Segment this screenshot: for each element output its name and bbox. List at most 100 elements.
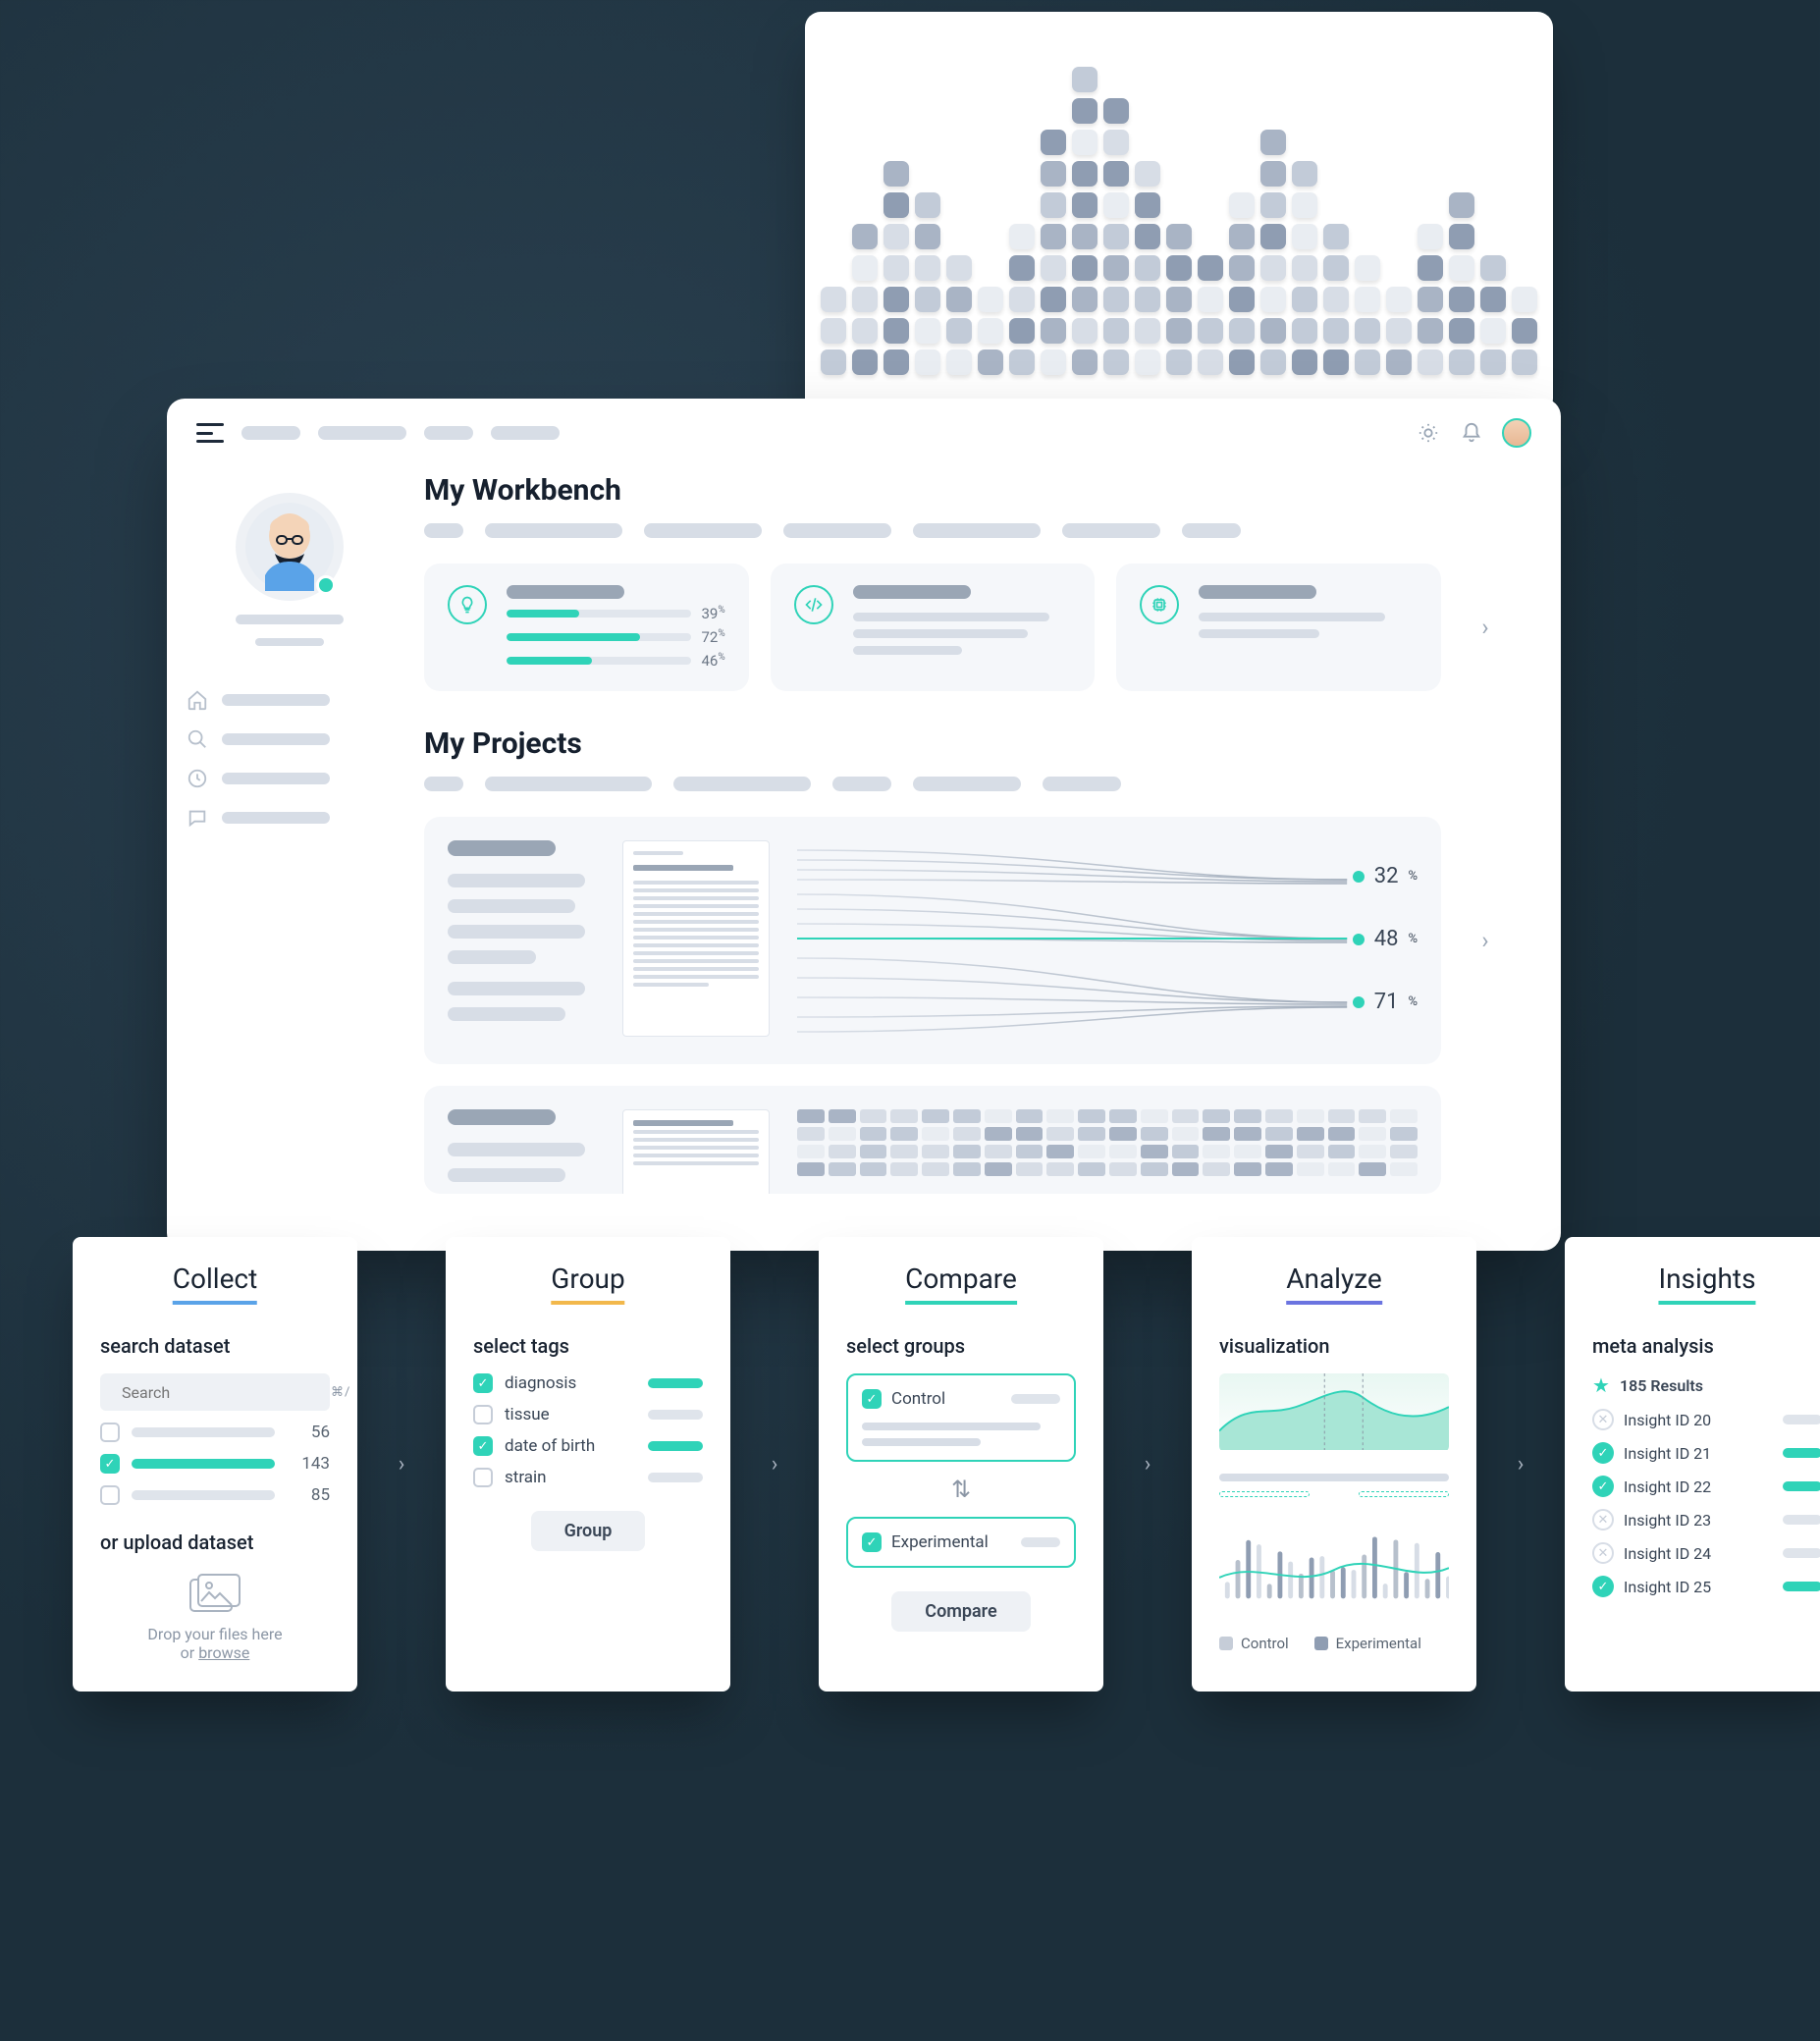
swap-icon[interactable]: ⇅ bbox=[846, 1476, 1076, 1503]
menu-icon[interactable] bbox=[196, 423, 224, 443]
checkbox-icon[interactable] bbox=[100, 1485, 120, 1505]
nav-home[interactable] bbox=[187, 689, 393, 711]
wf-collect: Collect search dataset ⌘/ 56✓14385 or up… bbox=[73, 1237, 357, 1692]
document-thumbnail bbox=[622, 840, 770, 1037]
insight-id: Insight ID 22 bbox=[1624, 1477, 1711, 1496]
dataset-row[interactable]: 56 bbox=[100, 1423, 330, 1442]
checkbox-icon[interactable]: ✓ bbox=[100, 1454, 120, 1474]
tag-row[interactable]: ✓diagnosis bbox=[473, 1373, 703, 1393]
group-experimental[interactable]: ✓Experimental bbox=[846, 1517, 1076, 1568]
stat-cards: 39% 72% 46% bbox=[424, 564, 1508, 691]
project-card[interactable] bbox=[424, 1086, 1441, 1194]
stat-card[interactable] bbox=[1116, 564, 1441, 691]
group-control[interactable]: ✓Control bbox=[846, 1373, 1076, 1462]
profile-avatar[interactable] bbox=[236, 493, 344, 601]
sidebar bbox=[167, 467, 412, 1251]
circle-icon: ✕ bbox=[1592, 1542, 1614, 1564]
hero-panel bbox=[805, 12, 1553, 414]
circle-icon: ✕ bbox=[1592, 1509, 1614, 1531]
nav-chat[interactable] bbox=[187, 807, 393, 829]
insight-row[interactable]: ✓ Insight ID 22 bbox=[1592, 1476, 1820, 1497]
breadcrumb-pill bbox=[491, 426, 560, 440]
nav-search[interactable] bbox=[187, 728, 393, 750]
app-window: My Workbench 39% 72% 46% bbox=[167, 399, 1561, 1251]
bell-icon[interactable] bbox=[1459, 420, 1484, 446]
insight-id: Insight ID 23 bbox=[1624, 1511, 1711, 1530]
chip-icon bbox=[1140, 585, 1179, 624]
stat-value: 46% bbox=[701, 652, 724, 670]
row-count: 85 bbox=[287, 1485, 330, 1505]
workflow-strip: Collect search dataset ⌘/ 56✓14385 or up… bbox=[73, 1237, 1820, 1692]
stat-value: 39% bbox=[701, 605, 724, 622]
stat-card[interactable] bbox=[771, 564, 1096, 691]
insight-row[interactable]: ✓Insight ID 21 bbox=[1592, 1442, 1820, 1464]
heatmap bbox=[797, 1109, 1418, 1170]
workbench-title: My Workbench bbox=[424, 473, 1508, 508]
status-dot bbox=[316, 575, 336, 595]
chart-legend: Control Experimental bbox=[1219, 1635, 1449, 1652]
check-icon: ✓ bbox=[1592, 1442, 1614, 1464]
wf-compare: Compare select groups ✓Control ⇅ ✓Experi… bbox=[819, 1237, 1103, 1692]
checkbox-icon[interactable]: ✓ bbox=[862, 1532, 882, 1552]
stat-card[interactable]: 39% 72% 46% bbox=[424, 564, 749, 691]
code-icon bbox=[794, 585, 833, 624]
role-placeholder bbox=[255, 638, 324, 646]
compare-button[interactable]: Compare bbox=[891, 1591, 1030, 1632]
dataset-row[interactable]: ✓ 143 bbox=[100, 1454, 330, 1474]
wf-analyze: Analyze visualization Control bbox=[1192, 1237, 1476, 1692]
tag-label: strain bbox=[505, 1468, 547, 1487]
wf-title: Insights bbox=[1658, 1262, 1755, 1305]
avatar[interactable] bbox=[1502, 418, 1531, 448]
dataset-row[interactable]: 85 bbox=[100, 1485, 330, 1505]
theme-icon[interactable] bbox=[1416, 420, 1441, 446]
group-button[interactable]: Group bbox=[531, 1511, 646, 1551]
checkbox-icon[interactable]: ✓ bbox=[862, 1389, 882, 1409]
wf-subtitle: search dataset bbox=[100, 1334, 330, 1358]
chevron-right-icon[interactable]: › bbox=[1463, 817, 1508, 1064]
wf-subtitle: select groups bbox=[846, 1334, 1076, 1358]
insight-row[interactable]: ✕ Insight ID 24 bbox=[1592, 1542, 1820, 1564]
wf-subtitle: select tags bbox=[473, 1334, 703, 1358]
breadcrumb-pill bbox=[424, 426, 473, 440]
tag-label: tissue bbox=[505, 1405, 550, 1424]
star-icon: ★ bbox=[1592, 1373, 1610, 1397]
row-count: 143 bbox=[287, 1454, 330, 1474]
checkbox-icon[interactable] bbox=[473, 1468, 493, 1487]
search-input-wrapper[interactable]: ⌘/ bbox=[100, 1373, 330, 1411]
tag-row[interactable]: strain bbox=[473, 1468, 703, 1487]
checkbox-icon[interactable] bbox=[100, 1423, 120, 1442]
wf-title: Compare bbox=[905, 1262, 1017, 1305]
tag-row[interactable]: ✓date of birth bbox=[473, 1436, 703, 1456]
project-card[interactable]: 32% 48% 71% bbox=[424, 817, 1441, 1064]
checkbox-icon[interactable]: ✓ bbox=[473, 1373, 493, 1393]
insight-row[interactable]: ✓ Insight ID 25 bbox=[1592, 1576, 1820, 1597]
tag-row[interactable]: tissue bbox=[473, 1405, 703, 1424]
browse-link[interactable]: browse bbox=[198, 1643, 249, 1662]
search-input[interactable] bbox=[122, 1383, 321, 1402]
upload-dropzone[interactable]: Drop your files here or browse bbox=[100, 1572, 330, 1662]
check-icon: ✓ bbox=[1592, 1576, 1614, 1597]
row-count: 56 bbox=[287, 1423, 330, 1442]
chevron-right-icon: › bbox=[1508, 1237, 1533, 1692]
chevron-right-icon[interactable]: › bbox=[1463, 564, 1508, 691]
shortcut-hint: ⌘/ bbox=[331, 1385, 350, 1400]
wf-subtitle: visualization bbox=[1219, 1334, 1449, 1358]
wf-title: Collect bbox=[173, 1262, 257, 1305]
checkbox-icon[interactable]: ✓ bbox=[473, 1436, 493, 1456]
area-chart: Control Experimental bbox=[1219, 1373, 1449, 1652]
chevron-right-icon: › bbox=[389, 1237, 414, 1692]
circle-icon: ✕ bbox=[1592, 1409, 1614, 1430]
insight-id: Insight ID 24 bbox=[1624, 1544, 1711, 1563]
insight-row[interactable]: ✕ Insight ID 23 bbox=[1592, 1509, 1820, 1531]
topbar bbox=[167, 399, 1561, 467]
bulb-icon bbox=[448, 585, 487, 624]
insight-id: Insight ID 20 bbox=[1624, 1411, 1711, 1429]
check-icon: ✓ bbox=[1592, 1476, 1614, 1497]
insight-id: Insight ID 25 bbox=[1624, 1578, 1711, 1596]
checkbox-icon[interactable] bbox=[473, 1405, 493, 1424]
sparkline-chart bbox=[1219, 1531, 1449, 1619]
chevron-right-icon: › bbox=[762, 1237, 787, 1692]
nav-history[interactable] bbox=[187, 768, 393, 789]
chevron-right-icon: › bbox=[1135, 1237, 1160, 1692]
insight-row[interactable]: ✕ Insight ID 20 bbox=[1592, 1409, 1820, 1430]
